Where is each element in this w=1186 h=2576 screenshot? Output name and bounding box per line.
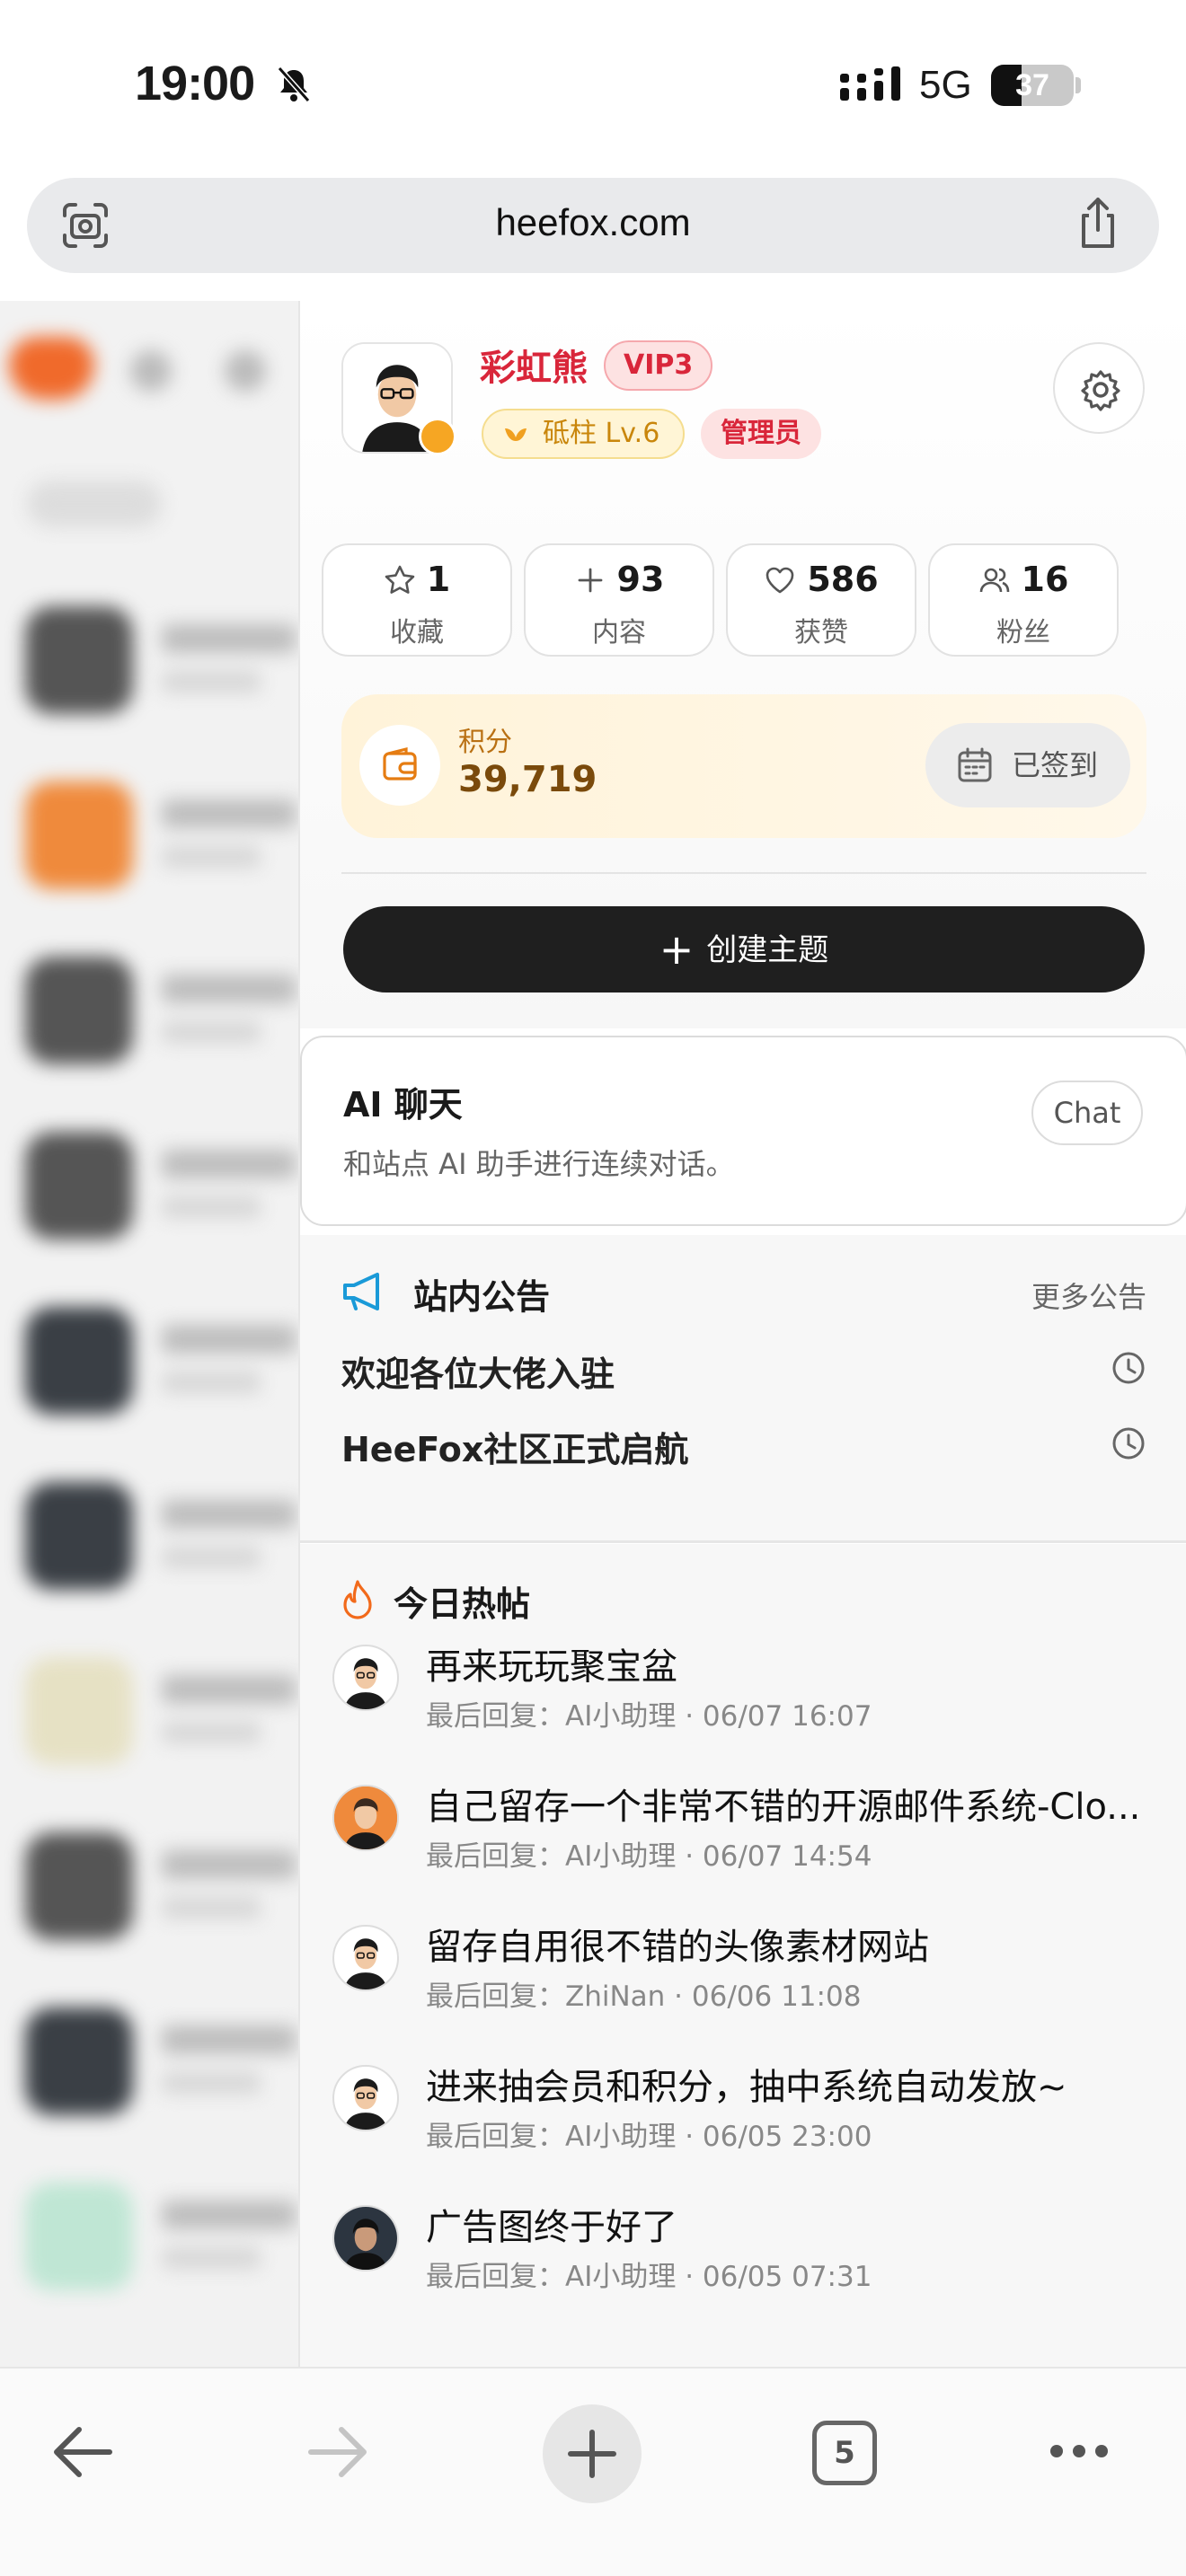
post-meta: 最后回复：AI小助理 · 06/05 23:00 — [426, 2121, 872, 2153]
post-meta: 最后回复：ZhiNan · 06/06 11:08 — [426, 1981, 862, 2013]
post-title[interactable]: 留存自用很不错的头像素材网站 — [426, 1918, 1181, 1970]
post-meta: 最后回复：AI小助理 · 06/07 14:54 — [426, 1840, 872, 1873]
stat-likes[interactable]: 586 获赞 — [726, 543, 916, 657]
bell-muted-icon — [277, 66, 311, 102]
stat-label: 获赞 — [794, 617, 848, 648]
hot-posts-title: 今日热帖 — [394, 1584, 531, 1624]
hot-post-item[interactable]: 留存自用很不错的头像素材网站 最后回复：ZhiNan · 06/06 11:08 — [332, 1910, 1186, 2027]
stat-label: 收藏 — [390, 617, 444, 648]
post-title[interactable]: 自己留存一个非常不错的开源邮件系统-Clo... — [426, 1778, 1181, 1830]
signal-icon — [840, 66, 900, 101]
post-avatar — [332, 1645, 399, 1711]
forward-button[interactable] — [305, 2422, 370, 2482]
post-avatar — [332, 2205, 399, 2272]
calendar-icon — [958, 747, 992, 782]
vip-badge: VIP3 — [604, 340, 713, 391]
level-badge: 砥柱 Lv.6 — [482, 409, 686, 459]
battery-percent: 37 — [1015, 68, 1049, 102]
checkin-label: 已签到 — [1012, 748, 1099, 782]
network-type: 5G — [919, 63, 972, 107]
points-card: 积分 39,719 已签到 — [341, 694, 1146, 838]
hot-post-item[interactable]: 进来抽会员和积分，抽中系统自动发放~ 最后回复：AI小助理 · 06/05 23… — [332, 2051, 1186, 2167]
stat-value: 1 — [426, 560, 451, 599]
heart-icon — [766, 567, 794, 594]
hot-post-item[interactable]: 广告图终于好了 最后回复：AI小助理 · 06/05 07:31 — [332, 2191, 1186, 2307]
post-avatar — [332, 1785, 399, 1851]
points-label: 积分 — [458, 727, 512, 758]
announcement-title: HeeFox社区正式启航 — [341, 1430, 689, 1469]
ai-chat-title: AI 聊天 — [343, 1085, 463, 1125]
users-icon — [979, 568, 1009, 593]
browser-toolbar: 5 — [0, 2367, 1186, 2576]
ai-chat-card[interactable]: AI 聊天 和站点 AI 助手进行连续对话。 Chat — [300, 1036, 1186, 1226]
stat-value: 586 — [807, 560, 879, 599]
announcement-item[interactable]: HeeFox社区正式启航 — [341, 1422, 1146, 1471]
url-text[interactable]: heefox.com — [27, 201, 1159, 244]
new-tab-button[interactable] — [543, 2404, 642, 2503]
points-value: 39,719 — [458, 759, 597, 800]
checkin-button[interactable]: 已签到 — [925, 723, 1130, 807]
status-bar: 19:00 5G 37 — [0, 0, 1186, 171]
post-title[interactable]: 再来玩玩聚宝盆 — [426, 1637, 1181, 1689]
create-topic-button[interactable]: + 创建主题 — [343, 906, 1145, 992]
plus-icon: + — [659, 925, 695, 974]
fire-icon — [343, 1580, 372, 1619]
address-bar[interactable]: heefox.com — [27, 178, 1159, 273]
stat-label: 内容 — [592, 617, 646, 648]
stat-content[interactable]: 93 内容 — [524, 543, 714, 657]
star-icon — [385, 565, 415, 594]
chat-button[interactable]: Chat — [1031, 1081, 1143, 1145]
wallet-icon — [359, 725, 440, 806]
announcements-title: 站内公告 — [413, 1277, 551, 1317]
post-avatar — [332, 1925, 399, 1991]
divider — [341, 872, 1146, 874]
status-time: 19:00 — [135, 57, 255, 110]
user-drawer: 彩虹熊 VIP3 砥柱 Lv.6 管理员 1 收藏 93 内容 586 获赞 1… — [298, 301, 1186, 2367]
announcement-item[interactable]: 欢迎各位大佬入驻 — [341, 1346, 1146, 1396]
announcement-title: 欢迎各位大佬入驻 — [341, 1354, 615, 1394]
more-dots-icon — [1050, 2445, 1108, 2457]
create-topic-label: 创建主题 — [706, 932, 829, 968]
stat-value: 16 — [1021, 560, 1069, 599]
share-icon[interactable] — [1073, 196, 1123, 251]
battery-indicator: 37 — [991, 65, 1074, 106]
hot-post-item[interactable]: 再来玩玩聚宝盆 最后回复：AI小助理 · 06/07 16:07 — [332, 1630, 1186, 1747]
arrow-left-icon — [54, 2427, 112, 2477]
gear-icon — [1081, 370, 1120, 411]
announcements-header: 站内公告 — [341, 1269, 550, 1319]
post-avatar — [332, 2065, 399, 2131]
username[interactable]: 彩虹熊 — [480, 339, 588, 391]
hot-posts-header: 今日热帖 — [341, 1576, 530, 1626]
background-page — [0, 301, 298, 2367]
level-label: 砥柱 Lv.6 — [543, 418, 660, 449]
profile-section: 彩虹熊 VIP3 砥柱 Lv.6 管理员 1 收藏 93 内容 586 获赞 1… — [300, 301, 1186, 1028]
post-meta: 最后回复：AI小助理 · 06/05 07:31 — [426, 2261, 872, 2293]
tabs-button[interactable]: 5 — [812, 2421, 877, 2485]
back-button[interactable] — [50, 2422, 115, 2482]
stat-favorites[interactable]: 1 收藏 — [322, 543, 512, 657]
stat-label: 粉丝 — [996, 617, 1050, 648]
crown-badge-icon — [419, 418, 456, 455]
divider — [300, 1540, 1186, 1543]
ai-chat-description: 和站点 AI 助手进行连续对话。 — [343, 1147, 735, 1181]
settings-button[interactable] — [1053, 342, 1145, 434]
megaphone-icon — [343, 1273, 379, 1310]
arrow-right-icon — [308, 2427, 367, 2477]
stat-value: 93 — [616, 560, 665, 599]
wings-icon — [505, 428, 527, 441]
announcements-section: 站内公告 更多公告 欢迎各位大佬入驻 HeeFox社区正式启航 — [300, 1235, 1186, 1540]
plus-icon — [568, 2430, 616, 2478]
hot-post-item[interactable]: 自己留存一个非常不错的开源邮件系统-Clo... 最后回复：AI小助理 · 06… — [332, 1770, 1186, 1887]
more-announcements-link[interactable]: 更多公告 — [1031, 1275, 1146, 1316]
plus-icon — [578, 568, 602, 593]
clock-icon — [1112, 1352, 1145, 1384]
stat-followers[interactable]: 16 粉丝 — [928, 543, 1119, 657]
more-menu-button[interactable] — [1048, 2440, 1111, 2462]
post-title[interactable]: 进来抽会员和积分，抽中系统自动发放~ — [426, 2058, 1181, 2110]
role-badge: 管理员 — [701, 409, 821, 459]
hot-posts-section: 今日热帖 再来玩玩聚宝盆 最后回复：AI小助理 · 06/07 16:07 自己… — [300, 1544, 1186, 2367]
clock-icon — [1112, 1427, 1145, 1460]
post-title[interactable]: 广告图终于好了 — [426, 2198, 1181, 2250]
post-meta: 最后回复：AI小助理 · 06/07 16:07 — [426, 1700, 872, 1733]
